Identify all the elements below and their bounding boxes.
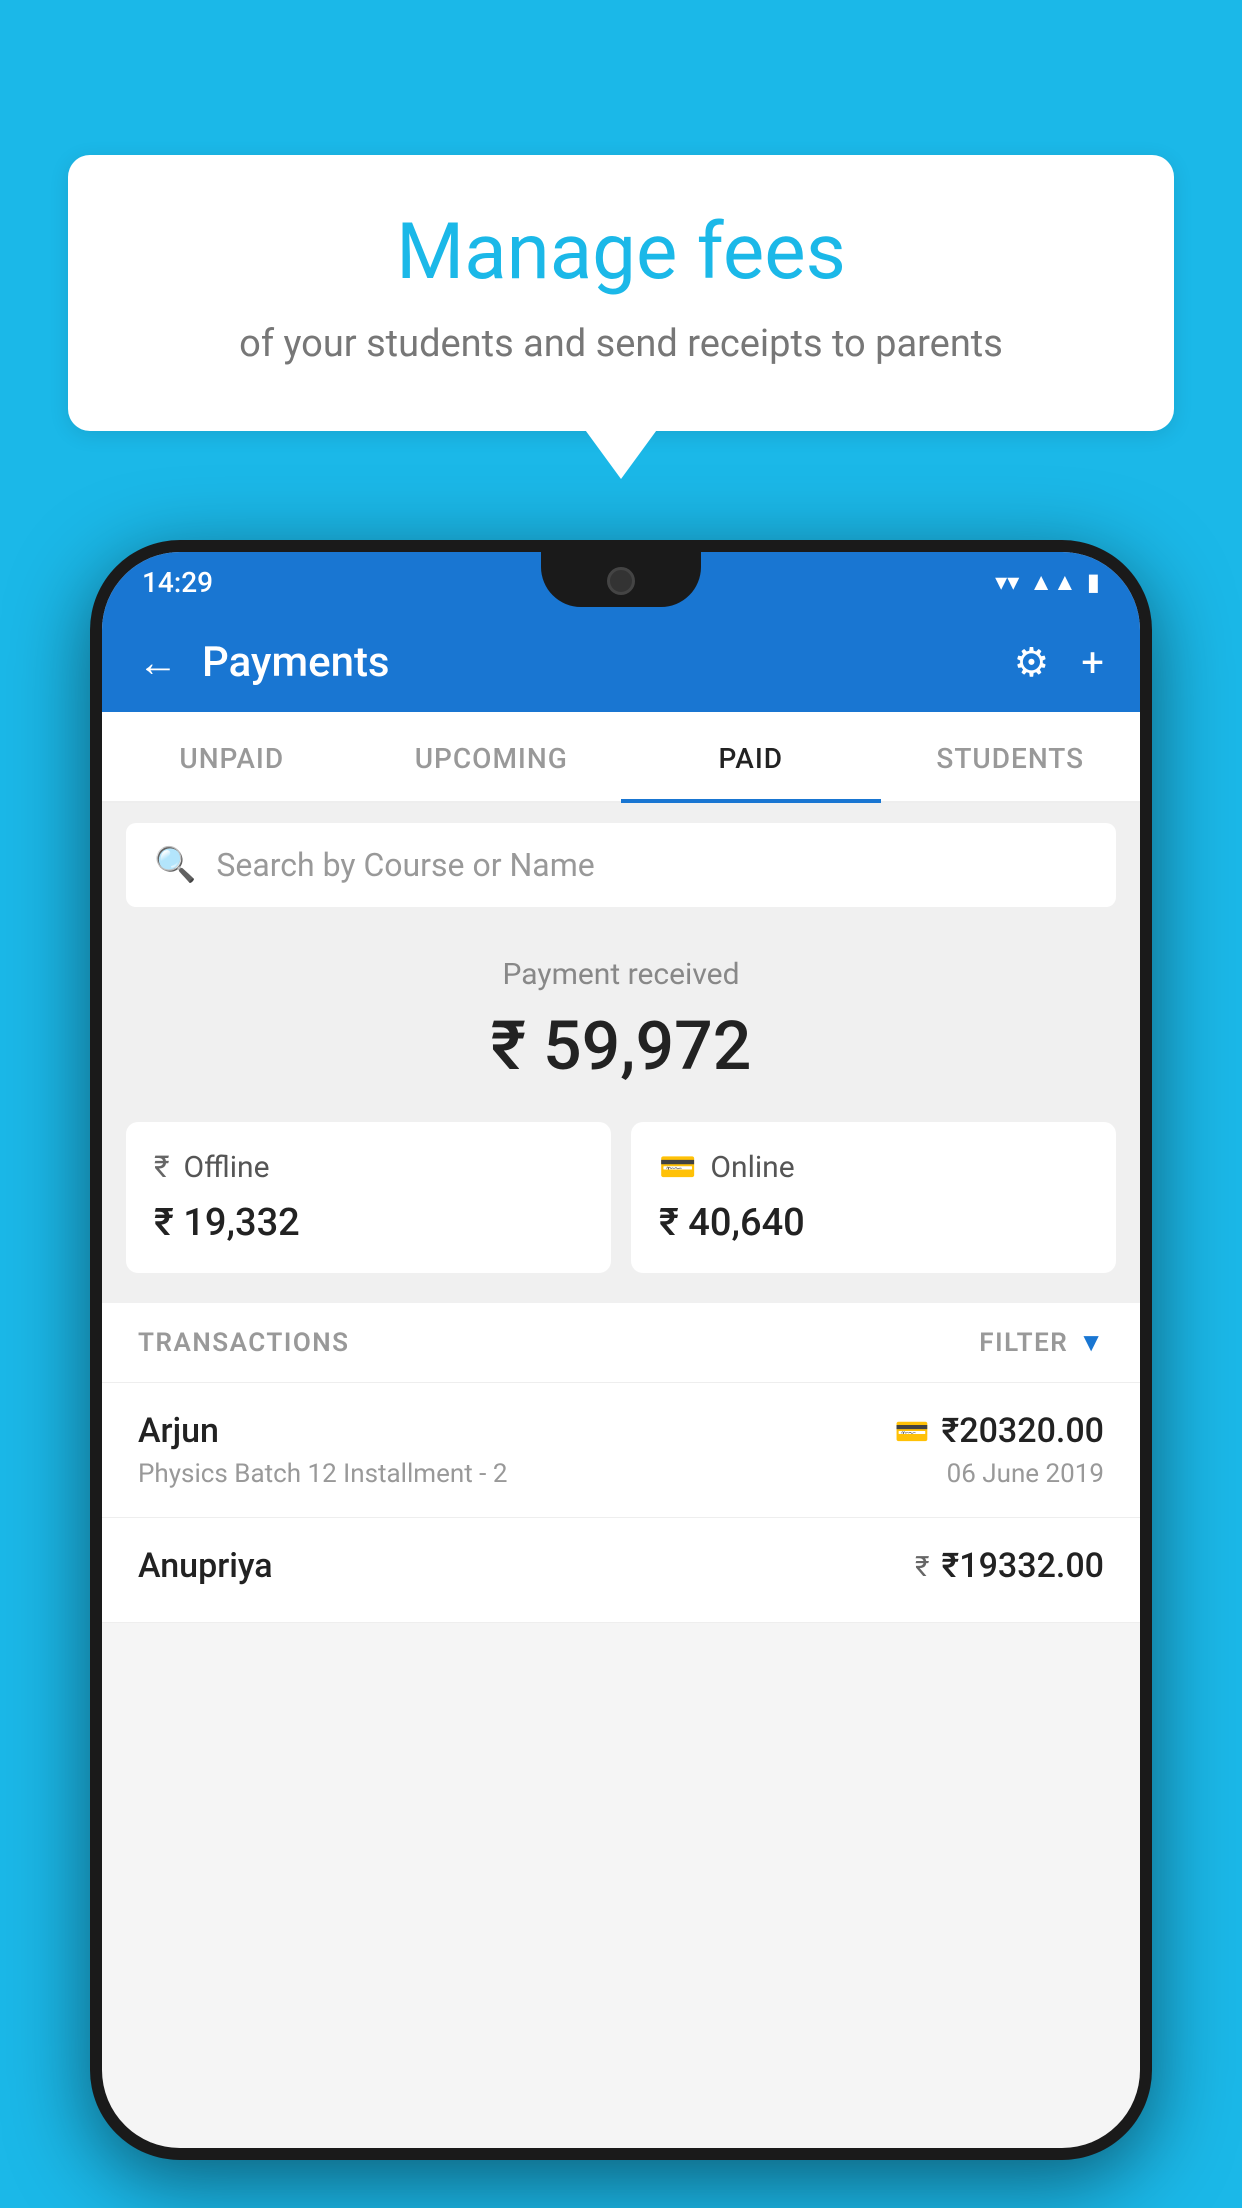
filter-label: FILTER: [979, 1328, 1068, 1358]
transaction-row-top: Arjun 💳 ₹20320.00: [138, 1411, 1104, 1451]
transaction-row-top-2: Anupriya ₹ ₹19332.00: [138, 1546, 1104, 1586]
app-bar: ← Payments ⚙ +: [102, 612, 1140, 712]
filter-button[interactable]: FILTER ▼: [979, 1327, 1104, 1358]
transaction-item-anupriya[interactable]: Anupriya ₹ ₹19332.00: [102, 1518, 1140, 1623]
payment-summary: Payment received ₹ 59,972: [102, 927, 1140, 1122]
online-card-header: 💳 Online: [659, 1150, 1088, 1185]
offline-amount: ₹ 19,332: [154, 1201, 583, 1245]
filter-icon: ▼: [1078, 1327, 1104, 1358]
transaction-item-arjun[interactable]: Arjun 💳 ₹20320.00 Physics Batch 12 Insta…: [102, 1383, 1140, 1518]
online-amount: ₹ 40,640: [659, 1201, 1088, 1245]
offline-card: ₹ Offline ₹ 19,332: [126, 1122, 611, 1273]
app-bar-actions: ⚙ +: [1013, 639, 1104, 686]
transaction-amount-container: 💳 ₹20320.00: [895, 1411, 1104, 1451]
transaction-detail: Physics Batch 12 Installment - 2: [138, 1459, 507, 1489]
tab-paid[interactable]: PAID: [621, 712, 881, 801]
wifi-icon: ▾▾: [995, 568, 1019, 596]
offline-card-header: ₹ Offline: [154, 1150, 583, 1185]
back-button[interactable]: ←: [138, 639, 178, 686]
transaction-date: 06 June 2019: [947, 1459, 1104, 1489]
tab-students[interactable]: STUDENTS: [881, 712, 1141, 801]
battery-icon: ▮: [1087, 568, 1100, 596]
payment-received-label: Payment received: [102, 957, 1140, 992]
card-icon: 💳: [659, 1150, 696, 1185]
cash-payment-icon: ₹: [915, 1550, 929, 1583]
payment-cards: ₹ Offline ₹ 19,332 💳 Online ₹ 40,640: [102, 1122, 1140, 1303]
phone-inner: 14:29 ▾▾ ▲▲ ▮ ← Payments ⚙ + UNPAID UPCO…: [102, 552, 1140, 2148]
search-icon: 🔍: [154, 845, 196, 885]
tab-unpaid[interactable]: UNPAID: [102, 712, 362, 801]
online-label: Online: [710, 1150, 794, 1185]
camera: [607, 567, 635, 595]
card-payment-icon: 💳: [895, 1415, 930, 1448]
transaction-amount: ₹20320.00: [942, 1411, 1104, 1451]
transactions-header: TRANSACTIONS FILTER ▼: [102, 1303, 1140, 1383]
offline-label: Offline: [184, 1150, 270, 1185]
transaction-row-bottom: Physics Batch 12 Installment - 2 06 June…: [138, 1459, 1104, 1489]
transaction-name: Arjun: [138, 1411, 219, 1451]
search-container: 🔍 Search by Course or Name: [102, 803, 1140, 927]
search-input[interactable]: Search by Course or Name: [216, 846, 594, 884]
tabs-container: UNPAID UPCOMING PAID STUDENTS: [102, 712, 1140, 803]
search-bar[interactable]: 🔍 Search by Course or Name: [126, 823, 1116, 907]
speech-bubble: Manage fees of your students and send re…: [68, 155, 1174, 431]
transactions-label: TRANSACTIONS: [138, 1328, 350, 1358]
bubble-title: Manage fees: [128, 210, 1114, 296]
payment-total-amount: ₹ 59,972: [102, 1006, 1140, 1086]
tab-upcoming[interactable]: UPCOMING: [362, 712, 622, 801]
transaction-amount-2: ₹19332.00: [942, 1546, 1104, 1586]
transaction-amount-container-2: ₹ ₹19332.00: [915, 1546, 1104, 1586]
add-icon[interactable]: +: [1081, 639, 1104, 686]
signal-icon: ▲▲: [1029, 568, 1077, 597]
status-icons: ▾▾ ▲▲ ▮: [995, 568, 1100, 597]
bubble-subtitle: of your students and send receipts to pa…: [128, 318, 1114, 371]
transaction-name-2: Anupriya: [138, 1546, 273, 1586]
status-time: 14:29: [142, 566, 213, 599]
speech-bubble-container: Manage fees of your students and send re…: [68, 155, 1174, 431]
online-card: 💳 Online ₹ 40,640: [631, 1122, 1116, 1273]
notch: [541, 552, 701, 607]
phone-frame: 14:29 ▾▾ ▲▲ ▮ ← Payments ⚙ + UNPAID UPCO…: [90, 540, 1152, 2160]
cash-icon: ₹: [154, 1150, 170, 1185]
page-title: Payments: [202, 638, 989, 687]
settings-icon[interactable]: ⚙: [1013, 639, 1049, 686]
